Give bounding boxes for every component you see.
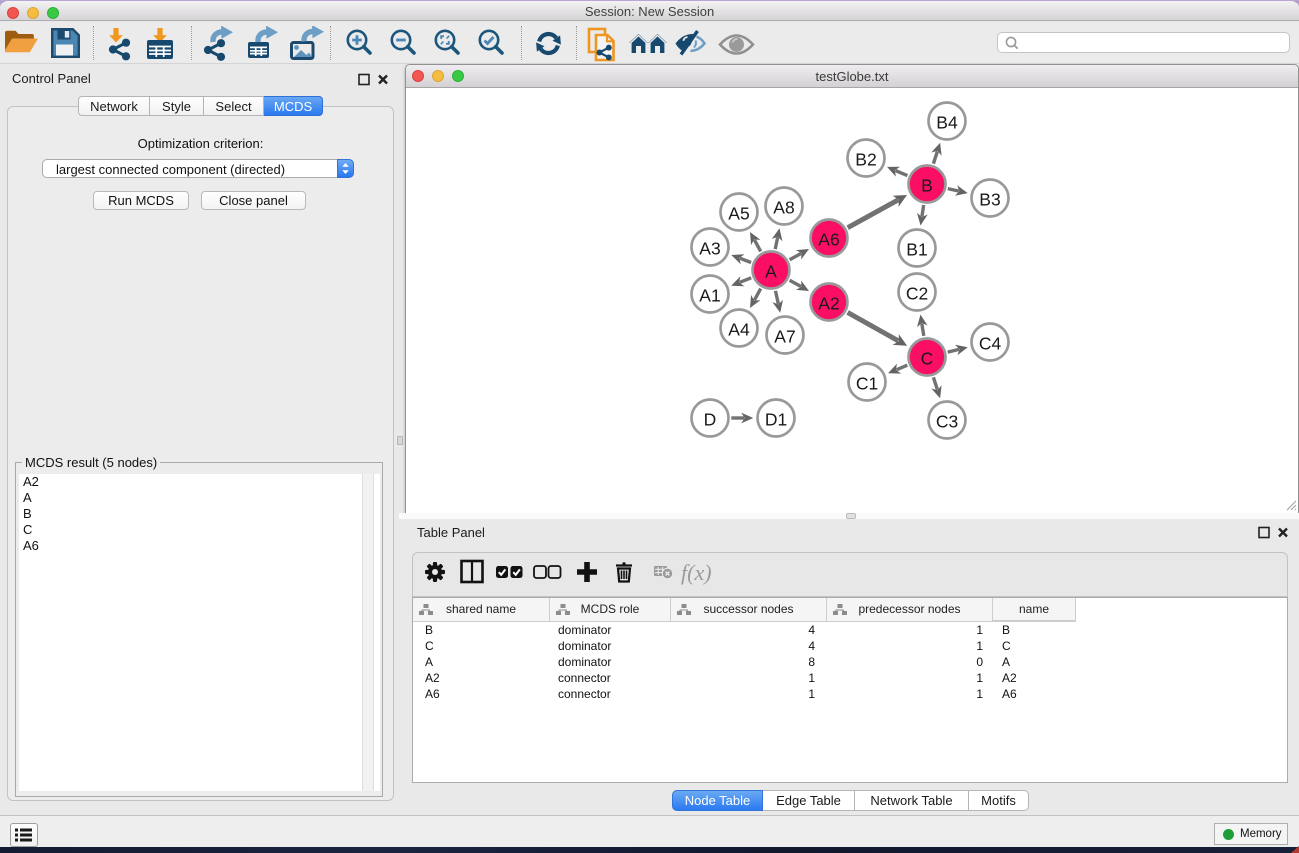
svg-text:B: B [921,176,933,196]
svg-text:f(x): f(x) [681,560,712,585]
svg-text:A4: A4 [728,320,750,340]
svg-text:A6: A6 [818,230,839,250]
svg-text:A8: A8 [773,198,794,218]
svg-text:C: C [921,349,934,369]
svg-text:A2: A2 [818,294,839,314]
svg-text:A7: A7 [774,327,795,347]
svg-text:A5: A5 [728,204,749,224]
svg-text:B1: B1 [906,240,927,260]
svg-text:C1: C1 [856,374,878,394]
svg-text:C2: C2 [906,284,928,304]
svg-text:C3: C3 [936,412,958,432]
svg-text:B3: B3 [979,190,1000,210]
svg-text:A3: A3 [699,239,720,259]
svg-text:A: A [765,262,777,282]
svg-text:D1: D1 [765,410,787,430]
svg-text:D: D [704,410,717,430]
svg-text:B4: B4 [936,113,958,133]
svg-text:B2: B2 [855,150,876,170]
svg-text:C4: C4 [979,334,1002,354]
svg-text:A1: A1 [699,286,720,306]
